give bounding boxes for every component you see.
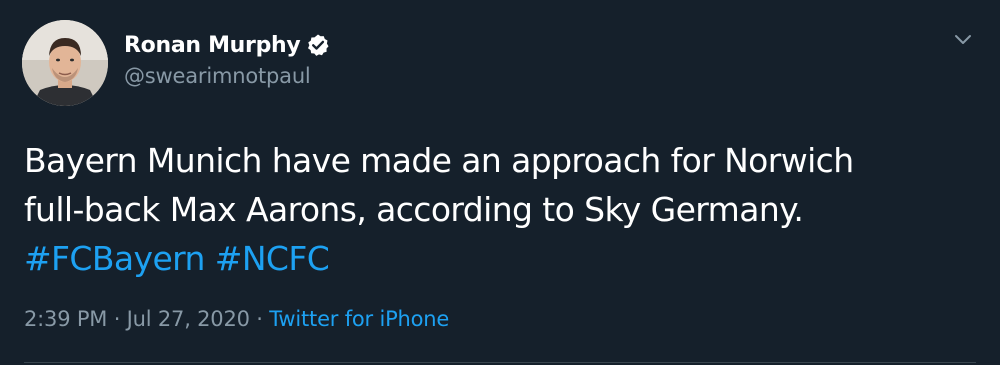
user-handle[interactable]: @swearimnotpaul — [124, 64, 330, 88]
tweet-metadata: 2:39 PM · Jul 27, 2020 · Twitter for iPh… — [24, 307, 449, 331]
tweet-source-link[interactable]: Twitter for iPhone — [269, 307, 449, 331]
tweet-text: Bayern Munich have made an approach for … — [24, 136, 964, 283]
hashtag-row: #FCBayern #NCFC — [24, 234, 964, 283]
avatar[interactable] — [22, 20, 108, 106]
tweet-time[interactable]: 2:39 PM — [24, 307, 107, 331]
hashtag-link[interactable]: #FCBayern — [24, 239, 205, 278]
tweet-header: Ronan Murphy @swearimnotpaul — [124, 30, 330, 88]
chevron-down-icon[interactable] — [952, 28, 974, 50]
separator: · — [107, 307, 127, 331]
tweet-card: Ronan Murphy @swearimnotpaul Bayern Muni… — [0, 0, 1000, 365]
divider — [24, 362, 976, 363]
tweet-text-line: full-back Max Aarons, according to Sky G… — [24, 190, 804, 229]
separator: · — [249, 307, 270, 331]
tweet-text-line: Bayern Munich have made an approach for … — [24, 141, 854, 180]
name-row: Ronan Murphy — [124, 30, 330, 60]
verified-badge-icon — [306, 33, 330, 57]
display-name[interactable]: Ronan Murphy — [124, 33, 301, 58]
tweet-date[interactable]: Jul 27, 2020 — [127, 307, 250, 331]
hashtag-link[interactable]: #NCFC — [215, 239, 330, 278]
